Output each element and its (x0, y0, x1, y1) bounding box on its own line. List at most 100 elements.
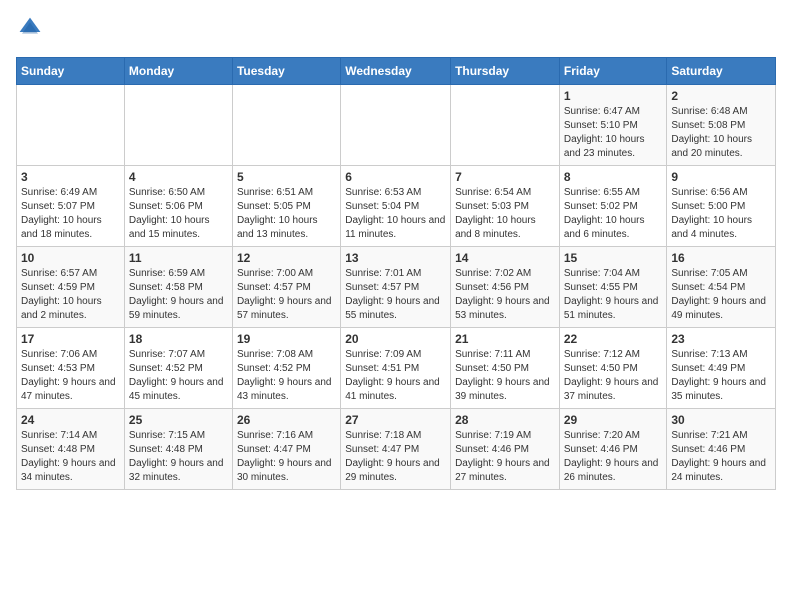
day-cell: 28 Sunrise: 7:19 AM Sunset: 4:46 PM Dayli… (451, 409, 560, 490)
day-number: 3 (21, 170, 120, 184)
day-info: Sunrise: 7:02 AM Sunset: 4:56 PM Dayligh… (455, 267, 555, 323)
day-info: Sunrise: 6:48 AM Sunset: 5:08 PM Dayligh… (671, 105, 771, 161)
week-row-0: 1Sunrise: 6:47 AM Sunset: 5:10 PM Daylig… (17, 85, 776, 166)
day-cell: 17Sunrise: 7:06 AM Sunset: 4:53 PM Dayli… (17, 328, 125, 409)
day-info: Sunrise: 6:54 AM Sunset: 5:03 PM Dayligh… (455, 186, 555, 242)
day-info: Sunrise: 6:57 AM Sunset: 4:59 PM Dayligh… (21, 267, 120, 323)
day-number: 25 (129, 413, 228, 427)
day-info: Sunrise: 7:15 AM Sunset: 4:48 PM Dayligh… (129, 429, 228, 485)
day-info: Sunrise: 7:09 AM Sunset: 4:51 PM Dayligh… (345, 348, 446, 404)
day-number: 2 (671, 89, 771, 103)
day-cell: 5 Sunrise: 6:51 AM Sunset: 5:05 PM Daylig… (232, 166, 340, 247)
day-info: Sunrise: 7:18 AM Sunset: 4:47 PM Dayligh… (345, 429, 446, 485)
day-number: 21 (455, 332, 555, 346)
day-info: Sunrise: 6:51 AM Sunset: 5:05 PM Dayligh… (237, 186, 336, 242)
header-wednesday: Wednesday (341, 58, 451, 85)
day-number: 8 (564, 170, 663, 184)
day-cell: 9 Sunrise: 6:56 AM Sunset: 5:00 PM Daylig… (667, 166, 776, 247)
day-info: Sunrise: 7:21 AM Sunset: 4:46 PM Dayligh… (671, 429, 771, 485)
day-info: Sunrise: 7:12 AM Sunset: 4:50 PM Dayligh… (564, 348, 663, 404)
day-info: Sunrise: 7:14 AM Sunset: 4:48 PM Dayligh… (21, 429, 120, 485)
day-info: Sunrise: 7:05 AM Sunset: 4:54 PM Dayligh… (671, 267, 771, 323)
day-cell: 13 Sunrise: 7:01 AM Sunset: 4:57 PM Dayli… (341, 247, 451, 328)
header-friday: Friday (559, 58, 667, 85)
day-number: 13 (345, 251, 446, 265)
day-cell (124, 85, 232, 166)
day-info: Sunrise: 7:08 AM Sunset: 4:52 PM Dayligh… (237, 348, 336, 404)
day-cell: 26 Sunrise: 7:16 AM Sunset: 4:47 PM Dayli… (232, 409, 340, 490)
day-number: 4 (129, 170, 228, 184)
header-sunday: Sunday (17, 58, 125, 85)
day-info: Sunrise: 7:01 AM Sunset: 4:57 PM Dayligh… (345, 267, 446, 323)
header-thursday: Thursday (451, 58, 560, 85)
day-info: Sunrise: 6:50 AM Sunset: 5:06 PM Dayligh… (129, 186, 228, 242)
day-cell: 12 Sunrise: 7:00 AM Sunset: 4:57 PM Dayli… (232, 247, 340, 328)
day-number: 24 (21, 413, 120, 427)
day-number: 23 (671, 332, 771, 346)
day-cell: 7 Sunrise: 6:54 AM Sunset: 5:03 PM Daylig… (451, 166, 560, 247)
logo (16, 16, 42, 45)
header-monday: Monday (124, 58, 232, 85)
week-row-2: 10 Sunrise: 6:57 AM Sunset: 4:59 PM Dayli… (17, 247, 776, 328)
day-number: 18 (129, 332, 228, 346)
day-info: Sunrise: 7:16 AM Sunset: 4:47 PM Dayligh… (237, 429, 336, 485)
day-cell: 25 Sunrise: 7:15 AM Sunset: 4:48 PM Dayli… (124, 409, 232, 490)
day-info: Sunrise: 7:20 AM Sunset: 4:46 PM Dayligh… (564, 429, 663, 485)
week-row-1: 3Sunrise: 6:49 AM Sunset: 5:07 PM Daylig… (17, 166, 776, 247)
day-cell: 2 Sunrise: 6:48 AM Sunset: 5:08 PM Daylig… (667, 85, 776, 166)
day-cell (341, 85, 451, 166)
day-number: 16 (671, 251, 771, 265)
day-cell: 4 Sunrise: 6:50 AM Sunset: 5:06 PM Daylig… (124, 166, 232, 247)
day-number: 7 (455, 170, 555, 184)
day-number: 20 (345, 332, 446, 346)
calendar-body: 1Sunrise: 6:47 AM Sunset: 5:10 PM Daylig… (17, 85, 776, 490)
day-cell: 8Sunrise: 6:55 AM Sunset: 5:02 PM Daylig… (559, 166, 667, 247)
day-cell: 24 Sunrise: 7:14 AM Sunset: 4:48 PM Dayli… (17, 409, 125, 490)
day-number: 1 (564, 89, 663, 103)
day-info: Sunrise: 7:00 AM Sunset: 4:57 PM Dayligh… (237, 267, 336, 323)
day-cell: 20 Sunrise: 7:09 AM Sunset: 4:51 PM Dayli… (341, 328, 451, 409)
day-number: 22 (564, 332, 663, 346)
day-number: 17 (21, 332, 120, 346)
day-cell (232, 85, 340, 166)
calendar-header: SundayMondayTuesdayWednesdayThursdayFrid… (17, 58, 776, 85)
day-number: 15 (564, 251, 663, 265)
calendar-table: SundayMondayTuesdayWednesdayThursdayFrid… (16, 57, 776, 490)
day-cell: 30 Sunrise: 7:21 AM Sunset: 4:46 PM Dayli… (667, 409, 776, 490)
day-info: Sunrise: 6:53 AM Sunset: 5:04 PM Dayligh… (345, 186, 446, 242)
day-number: 6 (345, 170, 446, 184)
day-info: Sunrise: 7:13 AM Sunset: 4:49 PM Dayligh… (671, 348, 771, 404)
day-number: 10 (21, 251, 120, 265)
day-cell: 15 Sunrise: 7:04 AM Sunset: 4:55 PM Dayli… (559, 247, 667, 328)
day-cell (451, 85, 560, 166)
day-info: Sunrise: 6:56 AM Sunset: 5:00 PM Dayligh… (671, 186, 771, 242)
day-number: 26 (237, 413, 336, 427)
day-cell: 18 Sunrise: 7:07 AM Sunset: 4:52 PM Dayli… (124, 328, 232, 409)
day-info: Sunrise: 7:07 AM Sunset: 4:52 PM Dayligh… (129, 348, 228, 404)
day-number: 30 (671, 413, 771, 427)
day-number: 11 (129, 251, 228, 265)
page-header (16, 16, 776, 45)
day-number: 5 (237, 170, 336, 184)
day-info: Sunrise: 7:04 AM Sunset: 4:55 PM Dayligh… (564, 267, 663, 323)
day-cell: 27 Sunrise: 7:18 AM Sunset: 4:47 PM Dayli… (341, 409, 451, 490)
day-number: 19 (237, 332, 336, 346)
day-cell: 1Sunrise: 6:47 AM Sunset: 5:10 PM Daylig… (559, 85, 667, 166)
day-number: 9 (671, 170, 771, 184)
day-number: 14 (455, 251, 555, 265)
day-number: 27 (345, 413, 446, 427)
day-info: Sunrise: 6:59 AM Sunset: 4:58 PM Dayligh… (129, 267, 228, 323)
day-cell: 11 Sunrise: 6:59 AM Sunset: 4:58 PM Dayli… (124, 247, 232, 328)
day-cell: 22 Sunrise: 7:12 AM Sunset: 4:50 PM Dayli… (559, 328, 667, 409)
day-info: Sunrise: 7:19 AM Sunset: 4:46 PM Dayligh… (455, 429, 555, 485)
header-row: SundayMondayTuesdayWednesdayThursdayFrid… (17, 58, 776, 85)
day-number: 29 (564, 413, 663, 427)
header-saturday: Saturday (667, 58, 776, 85)
day-number: 28 (455, 413, 555, 427)
header-tuesday: Tuesday (232, 58, 340, 85)
day-cell: 16 Sunrise: 7:05 AM Sunset: 4:54 PM Dayli… (667, 247, 776, 328)
day-info: Sunrise: 7:11 AM Sunset: 4:50 PM Dayligh… (455, 348, 555, 404)
day-number: 12 (237, 251, 336, 265)
logo-icon (18, 16, 42, 40)
day-cell: 23 Sunrise: 7:13 AM Sunset: 4:49 PM Dayli… (667, 328, 776, 409)
